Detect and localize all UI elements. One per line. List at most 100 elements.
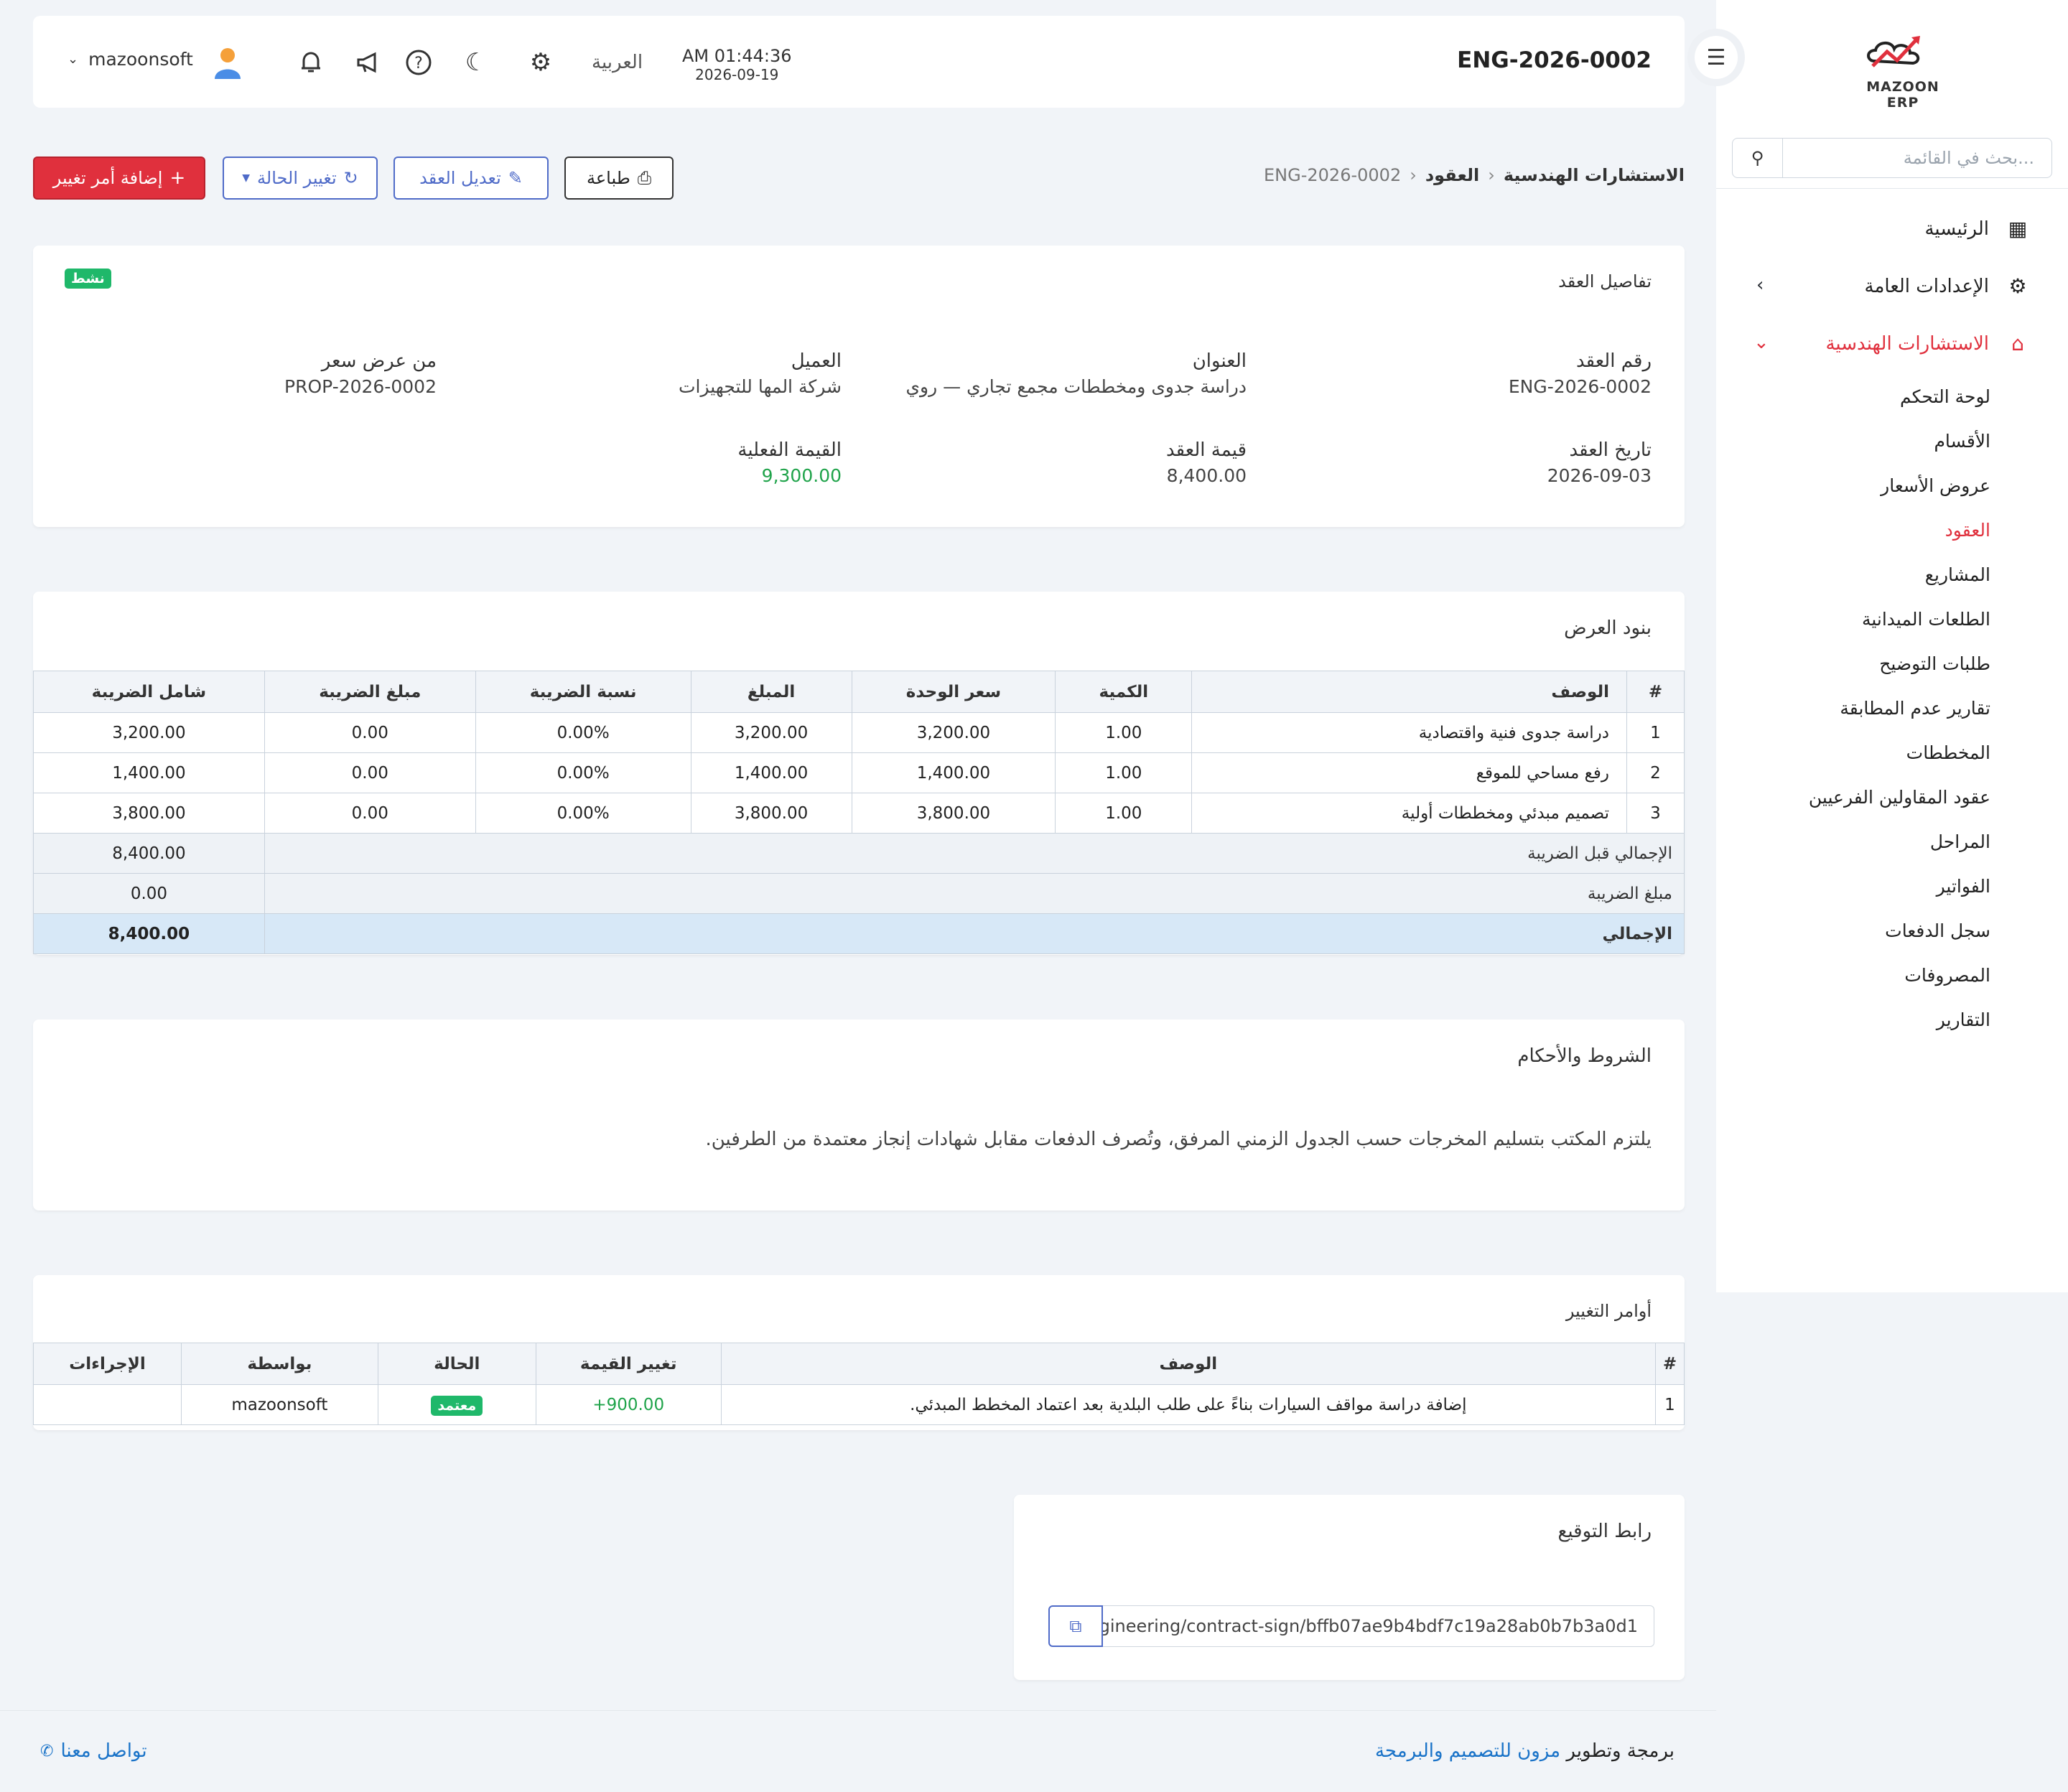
gear-icon[interactable]: ⚙: [526, 47, 556, 78]
add-change-order-button[interactable]: + إضافة أمر تغيير: [33, 157, 205, 200]
col-price: سعر الوحدة: [851, 671, 1056, 713]
moon-icon[interactable]: ☾: [461, 47, 491, 78]
page-title: ENG-2026-0002: [1457, 47, 1652, 73]
cell: 3,200.00: [33, 712, 265, 753]
items-card: بنود العرض شامل الضريبة مبلغ الضريبة نسب…: [33, 592, 1685, 955]
sidebar-item-label: الرئيسية: [1924, 218, 1989, 240]
cell: 0.00: [264, 712, 476, 753]
username: mazoonsoft: [88, 49, 193, 70]
subtotal-row: 8,400.00 الإجمالي قبل الضريبة: [33, 833, 1685, 874]
sidebar-sub-proposals[interactable]: عروض الأسعار: [1881, 475, 1990, 496]
edit-contract-button[interactable]: ✎ تعديل العقد: [393, 157, 549, 200]
cell: 0.00%: [475, 712, 691, 753]
status-label: تغيير الحالة: [257, 168, 337, 188]
cell: 0.00: [264, 752, 476, 793]
sidebar-sub-projects[interactable]: المشاريع: [1925, 564, 1990, 585]
field-amount: قيمة العقد 8,400.00: [1166, 439, 1247, 486]
cell: 1,400.00: [690, 752, 852, 793]
sidebar-item-home[interactable]: ▦ الرئيسية: [1924, 217, 2032, 241]
field-value: ENG-2026-0002: [1508, 376, 1652, 397]
col-change: تغيير القيمة: [535, 1343, 722, 1385]
edit-label: تعديل العقد: [419, 168, 501, 188]
field-label: القيمة الفعلية: [737, 439, 842, 461]
items-table: شامل الضريبة مبلغ الضريبة نسبة الضريبة ا…: [33, 671, 1685, 954]
sidebar-sub-contracts[interactable]: العقود: [1945, 520, 1990, 541]
sidebar-sub-invoices[interactable]: الفواتير: [1937, 876, 1990, 897]
field-date: تاريخ العقد 2026-09-03: [1547, 439, 1652, 486]
sidebar-sub-dashboard[interactable]: لوحة التحكم: [1900, 386, 1990, 407]
field-proposal: من عرض سعر PROP-2026-0002: [284, 350, 437, 397]
cell-actions[interactable]: [33, 1384, 182, 1425]
field-client: العميل شركة المها للتجهيزات: [679, 350, 842, 397]
cell: 3,200.00: [851, 712, 1056, 753]
sidebar-sub-departments[interactable]: الأقسام: [1934, 431, 1990, 452]
sidebar-search[interactable]: ⚲ بحث في القائمة...: [1732, 138, 2052, 178]
cell: 0.00%: [475, 752, 691, 793]
copy-icon[interactable]: ⧉: [1048, 1605, 1103, 1647]
sidebar-sub-site-visits[interactable]: الطلعات الميدانية: [1862, 609, 1990, 630]
sidebar-sub-reports[interactable]: التقارير: [1937, 1009, 1990, 1030]
status-badge: نشط: [65, 269, 111, 289]
change-orders-table: الإجراءات بواسطة الحالة تغيير القيمة الو…: [33, 1343, 1685, 1425]
sidebar-item-engineering[interactable]: ⌂ الاستشارات الهندسية: [1825, 332, 2032, 355]
sidebar-sub-ncr[interactable]: تقارير عدم المطابقة: [1840, 698, 1990, 719]
sidebar-sub-expenses[interactable]: المصروفات: [1904, 965, 1990, 986]
cell: 1.00: [1055, 752, 1193, 793]
cell: دراسة جدوى فنية واقتصادية: [1191, 712, 1627, 753]
cell: 1.00: [1055, 793, 1193, 834]
change-status-button[interactable]: ↻ تغيير الحالة ▼: [223, 157, 378, 200]
signature-link-group: ⧉ /engineering/contract-sign/bffb07ae9b4…: [1048, 1605, 1654, 1647]
user-menu[interactable]: ⌄ mazoonsoft: [67, 49, 193, 70]
col-status: الحالة: [377, 1343, 536, 1385]
language-switch[interactable]: العربية: [592, 52, 643, 73]
breadcrumb-contracts[interactable]: العقود: [1425, 165, 1479, 185]
col-tax: مبلغ الضريبة: [264, 671, 476, 713]
footer-link[interactable]: مزون للتصميم والبرمجة: [1375, 1740, 1560, 1762]
add-label: إضافة أمر تغيير: [52, 168, 163, 188]
sidebar-sub-rfi[interactable]: طلبات التوضيح: [1879, 653, 1990, 674]
cell-status: معتمد: [377, 1384, 536, 1425]
svg-text:?: ?: [414, 55, 423, 73]
search-icon[interactable]: ⚲: [1733, 139, 1783, 177]
sidebar-item-settings[interactable]: ⚙ الإعدادات العامة: [1865, 274, 2032, 298]
cell: 1,400.00: [33, 752, 265, 793]
col-num: #: [1654, 1343, 1685, 1385]
sidebar: MAZOON ERP ⚲ بحث في القائمة... ▦ الرئيسي…: [1716, 0, 2068, 1292]
cell: 0.00: [264, 793, 476, 834]
footer-divider: [0, 1710, 1716, 1711]
brand-logo[interactable]: MAZOON ERP: [1849, 29, 1957, 111]
megaphone-icon[interactable]: [353, 47, 383, 78]
contact-link[interactable]: تواصل معنا ✆: [40, 1740, 147, 1762]
menu-toggle-icon[interactable]: ☰: [1695, 36, 1738, 79]
tax-row: 0.00 مبلغ الضريبة: [33, 873, 1685, 914]
table-row: mazoonsoft معتمد +900.00 إضافة دراسة موا…: [33, 1384, 1685, 1425]
bell-icon[interactable]: [296, 47, 326, 78]
help-icon[interactable]: ?: [404, 47, 434, 78]
print-button[interactable]: ⎙ طباعة: [564, 157, 674, 200]
sidebar-sub-subcontracts[interactable]: عقود المقاولين الفرعيين: [1809, 787, 1990, 808]
field-value: دراسة جدوى ومخططات مجمع تجاري — روي: [905, 376, 1247, 397]
total-value: 8,400.00: [33, 913, 265, 954]
col-amount: المبلغ: [690, 671, 852, 713]
cell: 0.00%: [475, 793, 691, 834]
cell: 3,800.00: [33, 793, 265, 834]
breadcrumb-engineering[interactable]: الاستشارات الهندسية: [1504, 165, 1685, 185]
col-actions: الإجراءات: [33, 1343, 182, 1385]
field-value: شركة المها للتجهيزات: [678, 376, 842, 397]
sidebar-sub-phases[interactable]: المراحل: [1930, 831, 1990, 852]
chevron-down-icon[interactable]: ⌄: [1753, 332, 1769, 353]
cell: 3: [1626, 793, 1685, 834]
col-num: #: [1626, 671, 1685, 713]
clock-time: AM 01:44:36: [682, 46, 792, 66]
cell-num: 1: [1654, 1384, 1685, 1425]
col-total: شامل الضريبة: [33, 671, 265, 713]
avatar[interactable]: [210, 45, 246, 80]
chevron-left-icon[interactable]: ‹: [1756, 274, 1764, 296]
field-value[interactable]: PROP-2026-0002: [284, 376, 437, 397]
sidebar-sub-payments[interactable]: سجل الدفعات: [1885, 920, 1990, 941]
signature-url-input[interactable]: /engineering/contract-sign/bffb07ae9b4bd…: [1103, 1605, 1654, 1647]
sidebar-sub-drawings[interactable]: المخططات: [1906, 742, 1990, 763]
table-row: 3,200.00 0.00 0.00% 3,200.00 3,200.00 1.…: [33, 712, 1685, 753]
card-title: تفاصيل العقد: [1558, 271, 1652, 291]
cell-by: mazoonsoft: [180, 1384, 378, 1425]
